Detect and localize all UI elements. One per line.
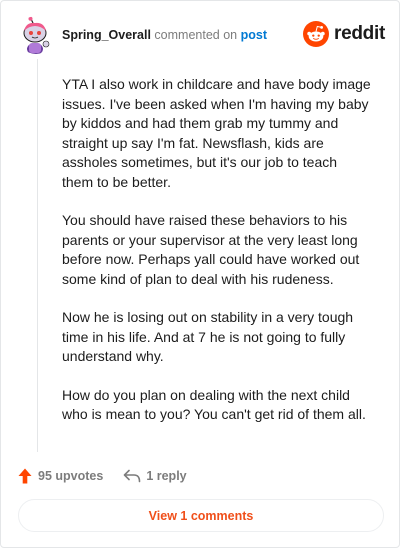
comment-paragraph: You should have raised these behaviors t… xyxy=(62,212,360,287)
comment-meta: Spring_Overall commented on post xyxy=(62,27,267,43)
post-link[interactable]: post xyxy=(241,28,267,42)
comment-header: Spring_Overall commented on post reddit xyxy=(17,16,385,54)
view-comments-button[interactable]: View 1 comments xyxy=(18,499,384,532)
commented-on-text: commented on xyxy=(154,28,238,42)
user-avatar[interactable] xyxy=(17,16,55,54)
reply-arrow-icon xyxy=(124,469,141,483)
upvote-count: 95 upvotes xyxy=(38,469,104,483)
reply-button[interactable]: 1 reply xyxy=(123,469,187,483)
comment-paragraph: How do you plan on dealing with the next… xyxy=(62,386,366,423)
reddit-alien-icon xyxy=(303,21,330,47)
reddit-wordmark: reddit xyxy=(334,23,385,44)
snoo-avatar-icon xyxy=(17,16,55,54)
comment-paragraph: YTA I also work in childcare and have bo… xyxy=(62,76,371,190)
thread-line[interactable] xyxy=(37,59,38,452)
comment-card: Spring_Overall commented on post reddit … xyxy=(0,0,400,548)
upvote-arrow-icon xyxy=(18,468,32,484)
reddit-logo[interactable]: reddit xyxy=(303,21,385,47)
comment-body: YTA I also work in childcare and have bo… xyxy=(62,75,372,444)
username-link[interactable]: Spring_Overall xyxy=(62,28,151,42)
comment-actions: 95 upvotes 1 reply xyxy=(18,466,187,486)
comment-paragraph: Now he is losing out on stability in a v… xyxy=(62,309,354,364)
reply-count: 1 reply xyxy=(146,469,187,483)
view-comments-label: View 1 comments xyxy=(148,508,254,523)
upvote-button[interactable]: 95 upvotes xyxy=(18,468,103,484)
